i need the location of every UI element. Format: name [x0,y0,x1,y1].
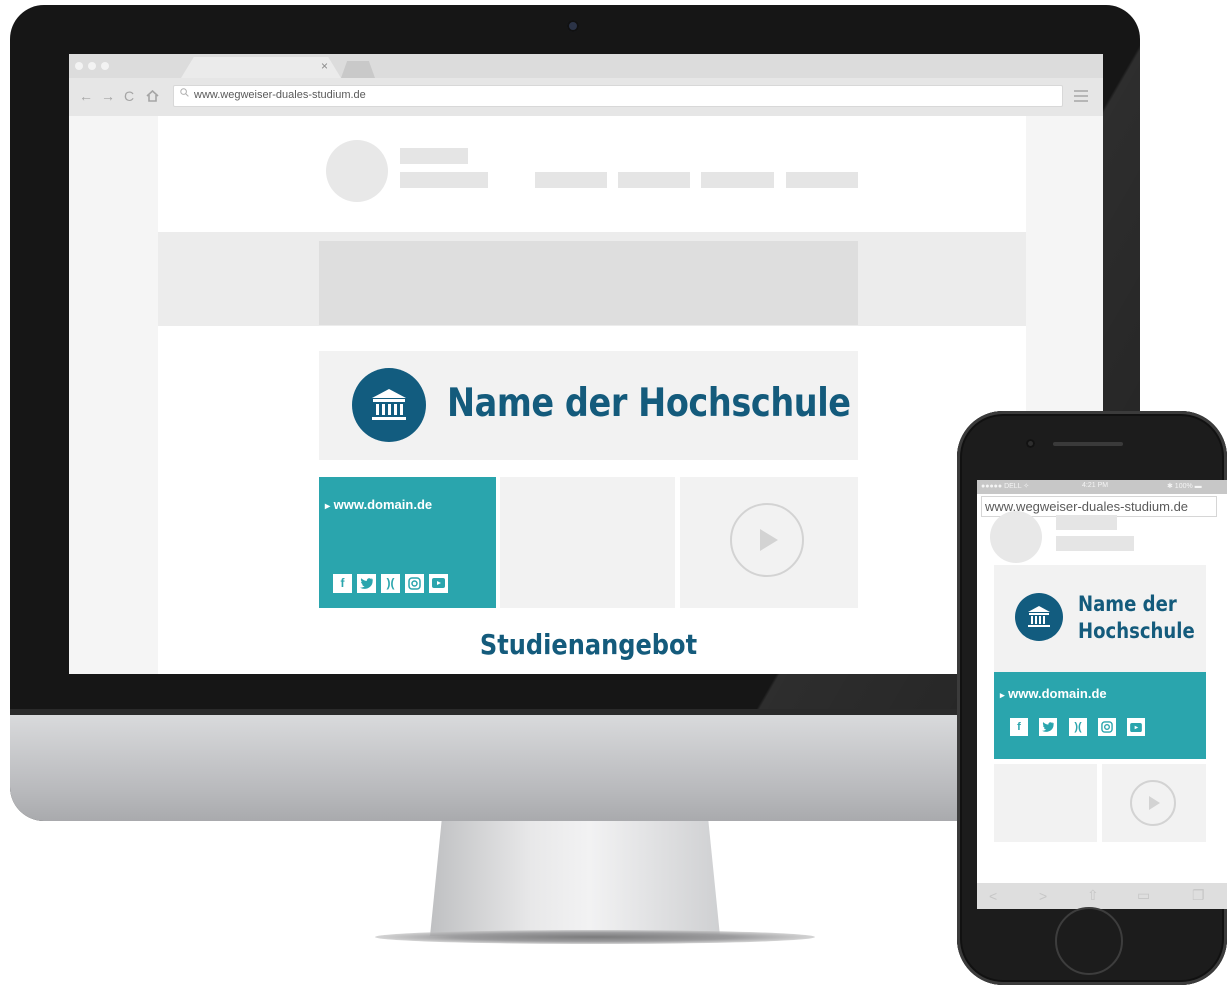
university-name: Name der Hochschule [447,381,851,426]
phone-university-header: Name der Hochschule [994,565,1206,672]
navigation-bar: ← → C www.wegweiser-duales-studium.de [69,78,1103,116]
arrow-icon: ▸ [1000,690,1005,700]
nav-item-placeholder[interactable] [535,172,607,188]
forward-icon[interactable]: → [101,88,115,104]
browser-window: × ← → C www.wegweiser-duales-studium.de [69,54,1103,674]
domain-link-text: www.domain.de [333,497,433,512]
domain-link[interactable]: ▸ www.domain.de [1000,686,1107,701]
bookmarks-icon[interactable]: ▭ [1137,887,1150,904]
window-minimize-dot[interactable] [88,62,96,70]
facebook-icon[interactable]: f [333,574,352,593]
university-name-line1: Name der [1078,592,1177,616]
nav-item-placeholder[interactable] [618,172,690,188]
url-text: www.wegweiser-duales-studium.de [194,89,366,101]
webcam [567,20,579,32]
xing-icon[interactable]: )( [381,574,400,593]
content-placeholder [500,477,675,608]
new-tab-button[interactable] [341,61,375,78]
content-placeholder [994,764,1097,842]
reload-icon[interactable]: C [124,88,134,104]
video-thumbnail[interactable] [680,477,858,608]
youtube-icon[interactable] [1127,718,1145,736]
status-time: 4:21 PM [1082,482,1109,489]
status-bar: ●●●●● DELL ✧ 4:21 PM ✱ 100% ▬ [977,480,1227,494]
logo-placeholder [326,140,388,202]
contact-card: ▸ www.domain.de f )( [319,477,496,608]
instagram-icon[interactable] [405,574,424,593]
video-thumbnail[interactable] [1102,764,1206,842]
youtube-icon[interactable] [429,574,448,593]
university-name: Name der Hochschule [1078,591,1195,645]
share-icon[interactable]: ⇧ [1087,887,1099,904]
phone-browser-toolbar: < > ⇧ ▭ ❐ [977,883,1227,909]
phone-contact-card: ▸ www.domain.de f )( [994,672,1206,759]
site-title-placeholder [400,148,468,164]
facebook-icon[interactable]: f [1010,718,1028,736]
site-subtitle-placeholder [1056,536,1134,551]
back-icon[interactable]: ← [79,88,93,104]
site-title-placeholder [1056,515,1117,530]
tabs-icon[interactable]: ❐ [1192,887,1205,904]
play-icon[interactable] [730,503,804,577]
university-icon [352,368,426,442]
home-button[interactable] [1055,907,1123,975]
twitter-icon[interactable] [1039,718,1057,736]
arrow-icon: ▸ [325,501,331,512]
search-icon [180,88,189,100]
smartphone: ●●●●● DELL ✧ 4:21 PM ✱ 100% ▬ www.wegwei… [957,411,1227,985]
address-bar[interactable]: www.wegweiser-duales-studium.de [173,85,1063,107]
hero-image-placeholder [319,241,858,325]
site-subtitle-placeholder [400,172,488,188]
twitter-icon[interactable] [357,574,376,593]
window-close-dot[interactable] [75,62,83,70]
nav-item-placeholder[interactable] [701,172,774,188]
window-maximize-dot[interactable] [101,62,109,70]
tab-close-icon[interactable]: × [321,59,328,73]
xing-icon[interactable]: )( [1069,718,1087,736]
home-icon[interactable] [146,89,159,105]
hero-banner [158,232,1026,326]
university-icon [1015,593,1063,641]
phone-screen: ●●●●● DELL ✧ 4:21 PM ✱ 100% ▬ www.wegwei… [977,480,1227,909]
carrier-signal: ●●●●● DELL ✧ [981,483,1030,490]
logo-placeholder [990,511,1042,563]
university-name-line2: Hochschule [1078,619,1195,643]
monitor-stand [430,821,720,936]
nav-item-placeholder[interactable] [786,172,858,188]
forward-icon[interactable]: > [1039,888,1047,904]
battery-status: ✱ 100% ▬ [1167,483,1202,490]
instagram-icon[interactable] [1098,718,1116,736]
monitor-stand-base [375,930,815,944]
browser-tab[interactable] [181,57,341,78]
front-camera [1026,439,1035,448]
domain-link[interactable]: ▸ www.domain.de [325,497,432,512]
study-offer-heading: Studienangebot [479,628,698,661]
hamburger-menu-icon[interactable] [1074,90,1088,105]
play-icon[interactable] [1130,780,1176,826]
domain-link-text: www.domain.de [1008,686,1107,701]
tab-bar: × [69,54,1103,78]
earpiece-speaker [1053,442,1123,446]
back-icon[interactable]: < [989,888,997,904]
web-page: Name der Hochschule ▸ www.domain.de f )( [158,116,1026,674]
university-header: Name der Hochschule [319,351,858,460]
